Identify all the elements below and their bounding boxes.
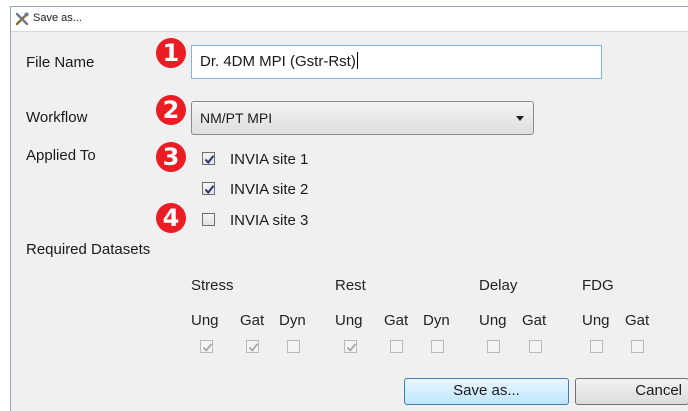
fdg-group-label: FDG xyxy=(582,277,614,294)
callout-badge-2: 2 xyxy=(156,95,186,125)
stress-dyn-checkbox xyxy=(287,340,300,353)
delay-gat-checkbox xyxy=(529,340,542,353)
delay-ung-label: Ung xyxy=(479,312,507,329)
fdg-gat-checkbox xyxy=(631,340,644,353)
check-icon xyxy=(204,185,215,195)
stress-gat-label: Gat xyxy=(240,312,265,329)
title-bar: Save as... xyxy=(11,7,688,32)
delay-gat-label: Gat xyxy=(522,312,547,329)
check-icon xyxy=(248,343,259,352)
fdg-gat-label: Gat xyxy=(625,312,650,329)
dialog-title: Save as... xyxy=(33,12,82,24)
chevron-down-icon xyxy=(516,116,524,121)
rest-ung-checkbox xyxy=(344,340,357,353)
workflow-label: Workflow xyxy=(26,109,88,126)
delay-ung-checkbox xyxy=(487,340,500,353)
applied-to-label: Applied To xyxy=(26,147,96,164)
stress-dyn-label: Dyn xyxy=(279,312,306,329)
save-as-dialog: Save as... File Name 1 Dr. 4DM MPI (Gstr… xyxy=(10,6,688,411)
rest-dyn-label: Dyn xyxy=(423,312,450,329)
rest-gat-label: Gat xyxy=(384,312,409,329)
delay-group-label: Delay xyxy=(479,277,518,294)
site-2-checkbox[interactable] xyxy=(202,182,215,195)
site-2-label: INVIA site 2 xyxy=(230,181,309,198)
check-icon xyxy=(204,155,215,165)
cancel-button[interactable]: Cancel xyxy=(575,378,688,405)
stress-group-label: Stress xyxy=(191,277,234,294)
file-name-input[interactable]: Dr. 4DM MPI (Gstr-Rst) xyxy=(191,45,602,79)
required-datasets-label: Required Datasets xyxy=(26,241,151,258)
fdg-ung-checkbox xyxy=(590,340,603,353)
save-as-button[interactable]: Save as... xyxy=(404,378,569,405)
rest-group-label: Rest xyxy=(335,277,366,294)
stress-ung-checkbox xyxy=(200,340,213,353)
workflow-selected-value: NM/PT MPI xyxy=(200,110,273,126)
site-1-label: INVIA site 1 xyxy=(230,151,309,168)
stress-ung-label: Ung xyxy=(191,312,219,329)
rest-gat-checkbox xyxy=(390,340,403,353)
check-icon xyxy=(346,343,357,352)
stress-gat-checkbox xyxy=(246,340,259,353)
workflow-dropdown[interactable]: NM/PT MPI xyxy=(191,101,534,135)
fdg-ung-label: Ung xyxy=(582,312,610,329)
site-1-checkbox[interactable] xyxy=(202,152,215,165)
callout-badge-1: 1 xyxy=(156,38,186,68)
callout-badge-3: 3 xyxy=(156,142,186,172)
rest-ung-label: Ung xyxy=(335,312,363,329)
text-caret xyxy=(356,52,358,69)
site-3-label: INVIA site 3 xyxy=(230,212,309,229)
file-name-value: Dr. 4DM MPI (Gstr-Rst) xyxy=(200,53,356,70)
site-3-checkbox[interactable] xyxy=(202,213,215,226)
check-icon xyxy=(202,343,213,352)
file-name-label: File Name xyxy=(26,54,95,71)
callout-badge-4: 4 xyxy=(156,203,186,233)
rest-dyn-checkbox xyxy=(431,340,444,353)
tools-icon xyxy=(15,12,29,26)
